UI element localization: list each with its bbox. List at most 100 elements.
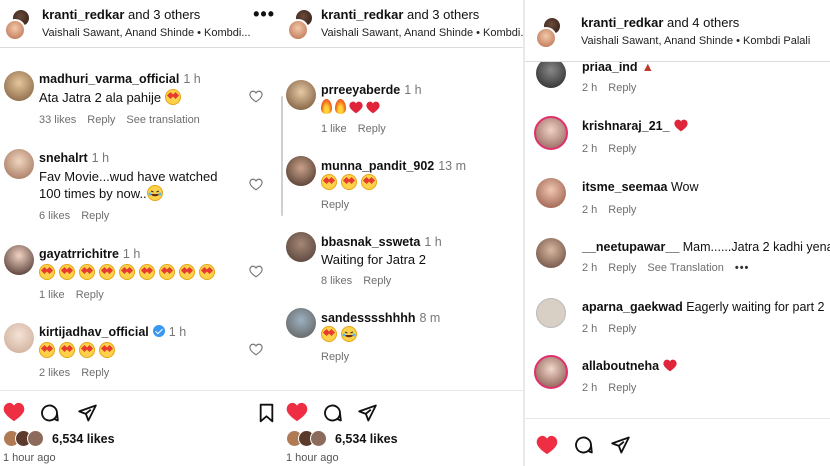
post-subtitle[interactable]: Vaishali Sawant, Anand Shinde • Kombdi..…: [42, 27, 251, 39]
post-header: kranti_redkar and 3 others Vaishali Sawa…: [0, 0, 283, 48]
likes-count[interactable]: 6,534 likes: [52, 432, 115, 446]
comment-username[interactable]: gayatrrichitre 1 h: [39, 247, 140, 261]
share-icon[interactable]: [77, 403, 98, 423]
like-heart-icon[interactable]: [3, 402, 25, 422]
comment-emojis: [39, 342, 119, 359]
comment-username[interactable]: munna_pandit_902 13 m: [321, 159, 466, 173]
comment-icon[interactable]: [573, 435, 594, 455]
author-username[interactable]: kranti_redkar: [581, 15, 663, 30]
author-avatars[interactable]: [4, 8, 34, 41]
avatar[interactable]: [4, 149, 34, 179]
comment-time: 1 h: [91, 151, 110, 165]
comment-icon[interactable]: [322, 403, 343, 423]
avatar[interactable]: [536, 58, 566, 88]
reply-button[interactable]: Reply: [608, 382, 636, 394]
author-avatars[interactable]: [535, 16, 565, 49]
comment-username[interactable]: prreeyaberde 1 h: [321, 83, 422, 97]
avatar[interactable]: [534, 355, 568, 389]
comment: aparna_gaekwad Eagerly waiting for part …: [525, 295, 830, 345]
comment-time: 2 h: [582, 382, 598, 394]
reply-button[interactable]: Reply: [321, 199, 349, 211]
comment-username[interactable]: itsme_seemaa Wow: [582, 180, 699, 194]
comment-likes[interactable]: 2 likes: [39, 367, 70, 379]
comment-username[interactable]: snehalrt 1 h: [39, 151, 109, 165]
comment-meta: Reply: [321, 199, 360, 211]
comment-icon[interactable]: [39, 403, 60, 423]
comment-username[interactable]: bbasnak_ssweta 1 h: [321, 235, 442, 249]
comment-text: Fav Movie...wud have watched: [39, 169, 218, 184]
likes-count[interactable]: 6,534 likes: [335, 432, 398, 446]
avatar[interactable]: [4, 245, 34, 275]
more-options-icon[interactable]: •••: [253, 4, 275, 25]
reply-button[interactable]: Reply: [81, 367, 109, 379]
reply-button[interactable]: Reply: [608, 204, 636, 216]
reply-button[interactable]: Reply: [608, 262, 636, 274]
avatar[interactable]: [286, 232, 316, 262]
avatar[interactable]: [536, 238, 566, 268]
see-translation-link[interactable]: See Translation: [647, 262, 723, 274]
post-author[interactable]: kranti_redkar and 3 others: [321, 7, 479, 22]
share-icon[interactable]: [610, 435, 631, 455]
comment-username[interactable]: aparna_gaekwad Eagerly waiting for part …: [582, 300, 825, 314]
comment-username[interactable]: kirtijadhav_official 1 h: [39, 325, 186, 339]
coauthors-text[interactable]: and 4 others: [663, 15, 739, 30]
comment-username[interactable]: priaa_ind ▲: [582, 60, 654, 74]
reply-button[interactable]: Reply: [608, 323, 636, 335]
comment-username[interactable]: madhuri_varma_official 1 h: [39, 72, 201, 86]
reply-button[interactable]: Reply: [81, 210, 109, 222]
comment-likes[interactable]: 1 like: [321, 123, 347, 135]
like-heart-icon[interactable]: [536, 435, 558, 455]
reply-button[interactable]: Reply: [321, 351, 349, 363]
see-translation-link[interactable]: See translation: [126, 114, 199, 126]
heart-eyes-emoji: [39, 342, 55, 358]
avatar[interactable]: [286, 156, 316, 186]
share-icon[interactable]: [357, 403, 378, 423]
author-username[interactable]: kranti_redkar: [42, 7, 124, 22]
post-subtitle[interactable]: Vaishali Sawant, Anand Shinde • Kombdi..…: [321, 27, 523, 39]
post-subtitle[interactable]: Vaishali Sawant, Anand Shinde • Kombdi P…: [581, 35, 810, 47]
more-options-icon[interactable]: •••: [735, 262, 750, 274]
like-comment-icon[interactable]: [249, 178, 263, 191]
comment-username[interactable]: __neetupawar__ Mam......Jatra 2 kadhi ye…: [582, 240, 830, 254]
avatar[interactable]: [286, 80, 316, 110]
post-author[interactable]: kranti_redkar and 3 others: [42, 7, 200, 22]
reply-button[interactable]: Reply: [363, 275, 391, 287]
avatar[interactable]: [4, 323, 34, 353]
author-avatars[interactable]: [287, 8, 317, 41]
author-username[interactable]: kranti_redkar: [321, 7, 403, 22]
comment-username[interactable]: sandesssshhhh 8 m: [321, 311, 440, 325]
reply-button[interactable]: Reply: [358, 123, 386, 135]
like-comment-icon[interactable]: [249, 90, 263, 103]
liker-avatars[interactable]: [3, 430, 53, 448]
comment-time: 2 h: [582, 323, 598, 335]
liker-avatars[interactable]: [286, 430, 336, 448]
like-comment-icon[interactable]: [249, 343, 263, 356]
coauthors-text[interactable]: and 3 others: [403, 7, 479, 22]
comment-meta: 2 h Reply: [582, 143, 647, 155]
avatar[interactable]: [536, 178, 566, 208]
bookmark-icon[interactable]: [258, 403, 275, 423]
comment-time: 8 m: [419, 311, 441, 325]
post-author[interactable]: kranti_redkar and 4 others: [581, 15, 739, 30]
red-heart-emoji: [349, 101, 363, 114]
comment-likes[interactable]: 6 likes: [39, 210, 70, 222]
comment-time: 2 h: [582, 82, 598, 94]
comment-likes[interactable]: 1 like: [39, 289, 65, 301]
avatar[interactable]: [534, 116, 568, 150]
avatar[interactable]: [536, 298, 566, 328]
reply-button[interactable]: Reply: [76, 289, 104, 301]
reply-button[interactable]: Reply: [87, 114, 115, 126]
comment: __neetupawar__ Mam......Jatra 2 kadhi ye…: [525, 235, 830, 285]
comment-likes[interactable]: 8 likes: [321, 275, 352, 287]
avatar[interactable]: [4, 71, 34, 101]
comment-likes[interactable]: 33 likes: [39, 114, 76, 126]
reply-button[interactable]: Reply: [608, 143, 636, 155]
reply-button[interactable]: Reply: [608, 82, 636, 94]
coauthors-text[interactable]: and 3 others: [124, 7, 200, 22]
like-comment-icon[interactable]: [249, 265, 263, 278]
avatar[interactable]: [286, 308, 316, 338]
like-heart-icon[interactable]: [286, 402, 308, 422]
comment-username[interactable]: krishnaraj_21_: [582, 119, 691, 133]
post-header: kranti_redkar and 4 others Vaishali Sawa…: [525, 0, 830, 62]
comment-username[interactable]: allaboutneha: [582, 359, 680, 373]
